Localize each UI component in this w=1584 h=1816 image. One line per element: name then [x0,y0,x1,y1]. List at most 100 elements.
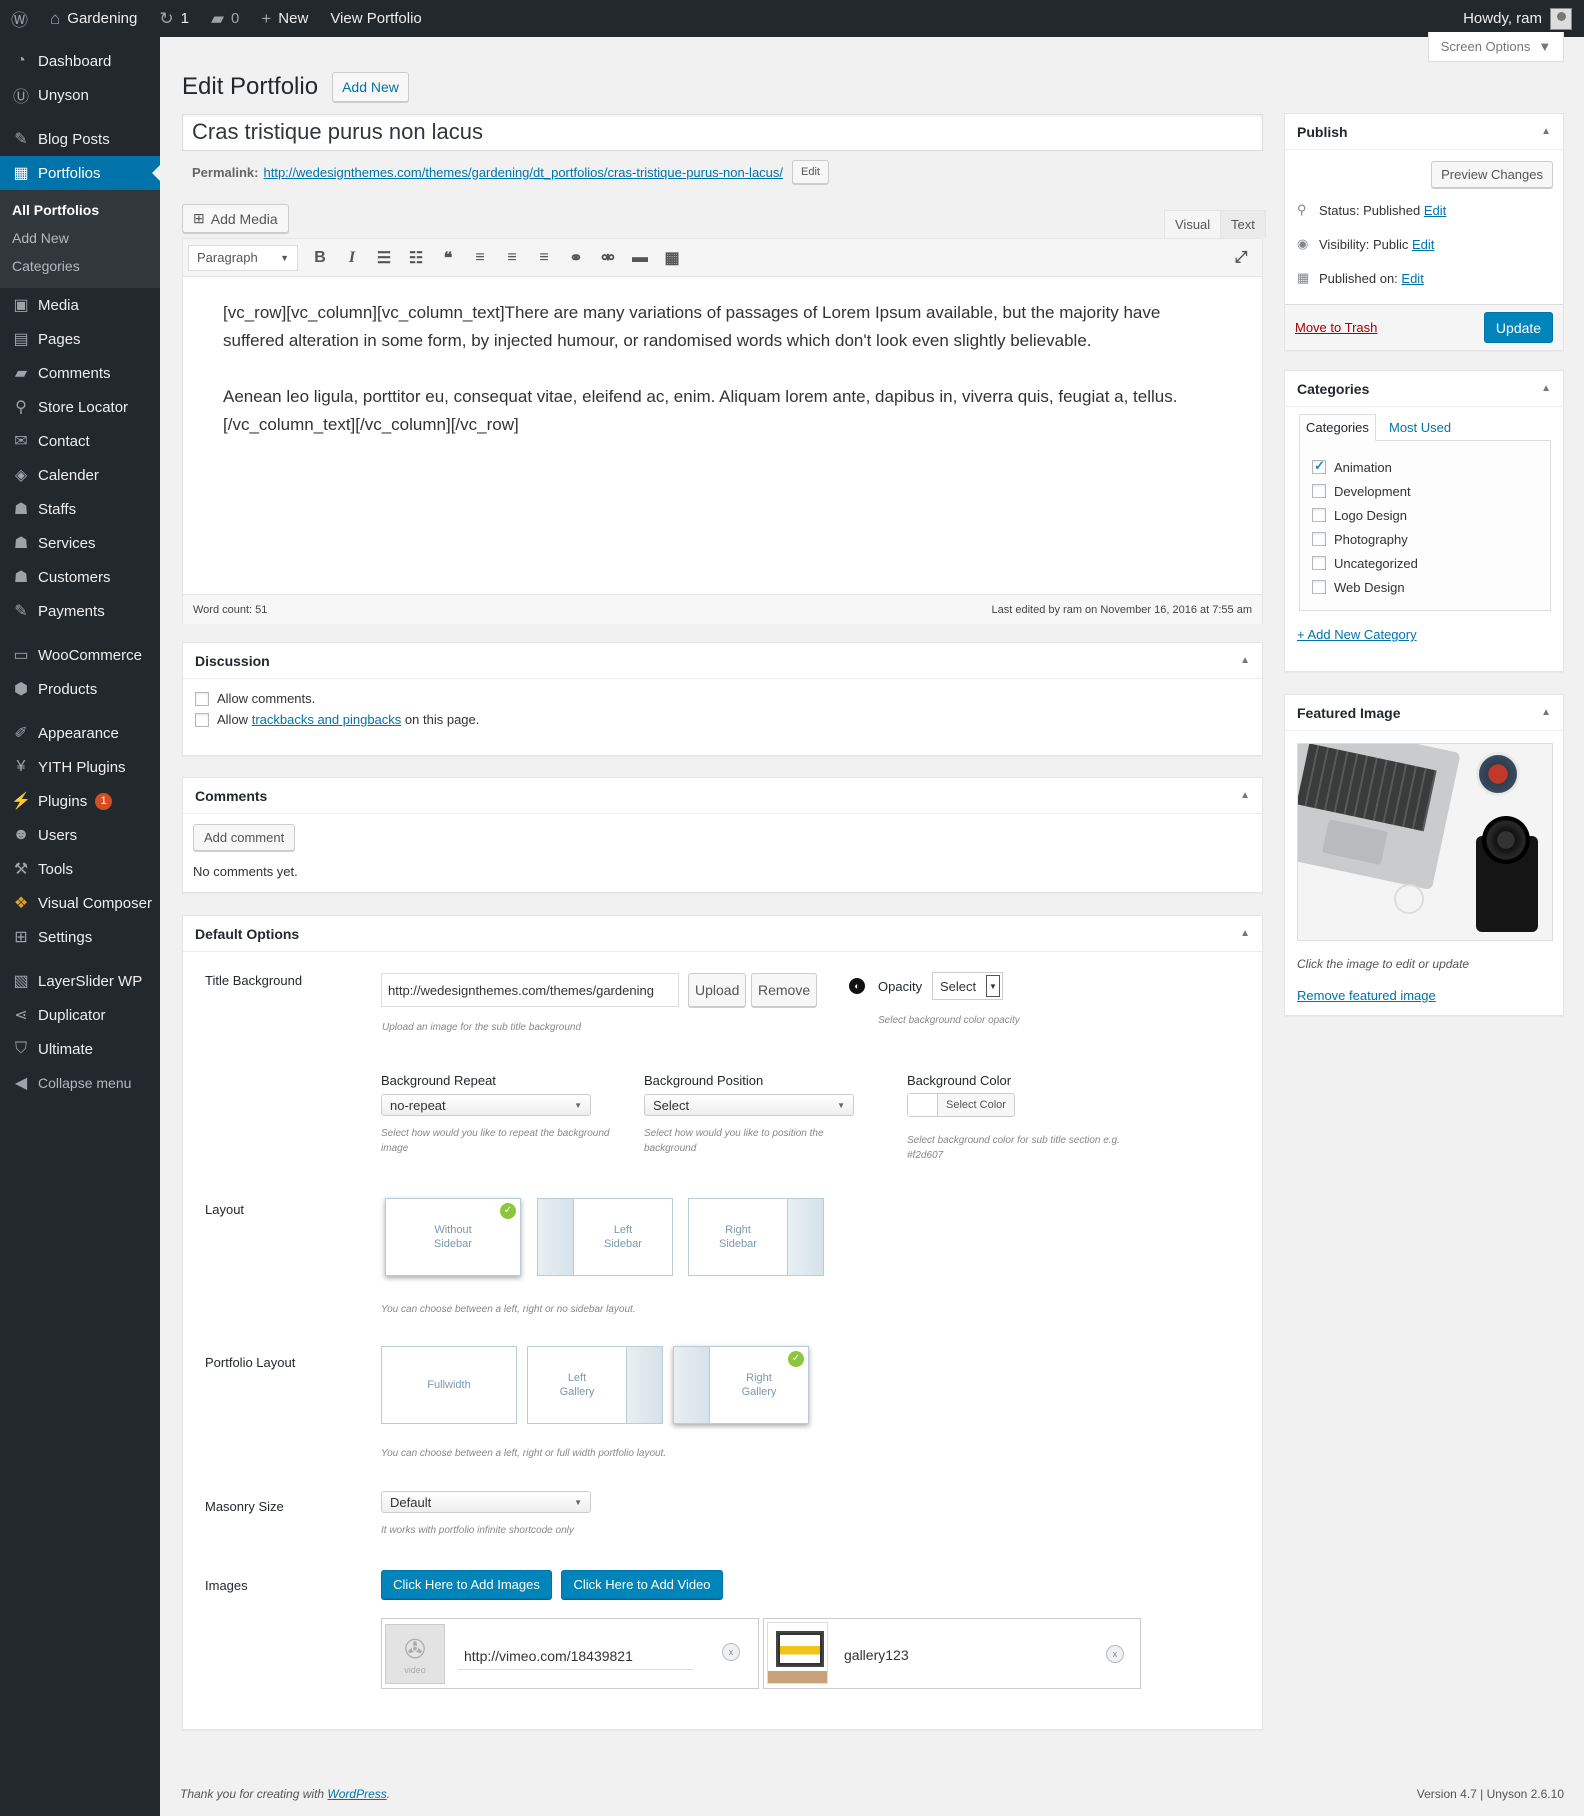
category-checkbox-uncategorized[interactable] [1312,556,1326,570]
update-button[interactable]: Update [1484,312,1553,343]
opacity-select[interactable]: Select ▼ [932,972,1003,1000]
sidebar-item-blog-posts[interactable]: ✎ Blog Posts [0,122,160,156]
link-icon[interactable]: ⚭ [560,243,592,273]
featured-image[interactable] [1297,743,1553,941]
sidebar-item-woocommerce[interactable]: ▭ WooCommerce [0,638,160,672]
sidebar-item-media[interactable]: ▣ Media [0,288,160,322]
move-to-trash-link[interactable]: Move to Trash [1295,320,1377,335]
upload-button[interactable]: Upload [688,973,747,1007]
sidebar-item-settings[interactable]: ⊞ Settings [0,920,160,954]
sidebar-item-products[interactable]: ⬢ Products [0,672,160,706]
remove-video-icon[interactable]: x [722,1643,740,1661]
allow-comments-checkbox[interactable] [195,691,209,706]
background-color-picker[interactable]: Select Color [907,1093,1015,1117]
title-background-url-input[interactable]: http://wedesignthemes.com/themes/gardeni… [381,973,679,1007]
category-checkbox-photography[interactable] [1312,532,1326,546]
comments-header[interactable]: Comments ▲ [183,778,1262,814]
edit-visibility-link[interactable]: Edit [1412,237,1434,252]
sidebar-item-unyson[interactable]: Ⓤ Unyson [0,78,160,112]
portfolio-layout-fullwidth[interactable]: Fullwidth [381,1346,517,1424]
tab-most-used[interactable]: Most Used [1383,414,1457,441]
sidebar-item-services[interactable]: ☗ Services [0,526,160,560]
edit-status-link[interactable]: Edit [1424,203,1446,218]
tab-categories-all[interactable]: Categories [1299,414,1376,441]
submenu-add-new[interactable]: Add New [0,224,160,252]
sidebar-item-users[interactable]: ☻ Users [0,818,160,852]
post-title-input[interactable]: Cras tristique purus non lacus [182,114,1263,151]
bold-icon[interactable]: B [304,243,336,273]
updates-link[interactable]: ↻ 1 [148,0,200,37]
add-comment-button[interactable]: Add comment [193,824,296,851]
featured-image-header[interactable]: Featured Image ▲ [1285,695,1563,731]
remove-featured-image-link[interactable]: Remove featured image [1297,988,1436,1003]
sidebar-item-dashboard[interactable]: ◔ Dashboard [0,44,160,78]
category-checkbox-development[interactable] [1312,484,1326,498]
collapse-menu-button[interactable]: ◀ Collapse menu [0,1066,160,1100]
editor-content[interactable]: [vc_row][vc_column][vc_column_text]There… [183,277,1262,594]
add-video-button[interactable]: Click Here to Add Video [561,1570,723,1599]
sidebar-item-payments[interactable]: ✎ Payments [0,594,160,628]
screen-options-button[interactable]: Screen Options ▼ [1428,32,1564,62]
category-checkbox-animation[interactable] [1312,458,1326,474]
italic-icon[interactable]: I [336,243,368,273]
add-media-button[interactable]: ⊞ Add Media [182,204,289,233]
sidebar-item-store-locator[interactable]: ⚲ Store Locator [0,390,160,424]
align-right-icon[interactable]: ≡ [528,243,560,273]
read-more-icon[interactable]: ▬ [624,243,656,273]
add-new-category-link[interactable]: + Add New Category [1297,627,1417,642]
site-name-link[interactable]: ⌂ Gardening [39,0,148,37]
edit-permalink-button[interactable]: Edit [792,160,829,184]
categories-header[interactable]: Categories ▲ [1285,371,1563,407]
remove-gallery-icon[interactable]: x [1106,1645,1124,1663]
numbered-list-icon[interactable]: ☷ [400,243,432,273]
layout-without-sidebar[interactable]: Without Sidebar ✓ [385,1198,521,1276]
toolbar-toggle-icon[interactable]: ▦ [656,243,688,273]
align-center-icon[interactable]: ≡ [496,243,528,273]
submenu-categories[interactable]: Categories [0,252,160,280]
allow-pings-checkbox[interactable] [195,712,209,727]
bullet-list-icon[interactable]: ☰ [368,243,400,273]
sidebar-item-calender[interactable]: ◈ Calender [0,458,160,492]
preview-changes-button[interactable]: Preview Changes [1431,161,1553,188]
layout-left-sidebar[interactable]: Left Sidebar [537,1198,673,1276]
add-new-button[interactable]: Add New [332,72,409,102]
layout-right-sidebar[interactable]: Right Sidebar [688,1198,824,1276]
sidebar-item-contact[interactable]: ✉ Contact [0,424,160,458]
fullscreen-icon[interactable]: ⤢ [1225,243,1257,273]
sidebar-item-portfolios[interactable]: ▦ Portfolios [0,156,160,190]
tab-visual[interactable]: Visual [1164,210,1222,238]
add-images-button[interactable]: Click Here to Add Images [381,1570,552,1599]
permalink-url[interactable]: http://wedesignthemes.com/themes/gardeni… [263,165,783,180]
align-left-icon[interactable]: ≡ [464,243,496,273]
wordpress-link[interactable]: WordPress [327,1787,386,1801]
portfolio-layout-left-gallery[interactable]: Left Gallery [527,1346,663,1424]
sidebar-item-staffs[interactable]: ☗ Staffs [0,492,160,526]
sidebar-item-plugins[interactable]: ⚡ Plugins 1 [0,784,160,818]
publish-header[interactable]: Publish ▲ [1285,114,1563,150]
sidebar-item-comments[interactable]: ▰ Comments [0,356,160,390]
background-repeat-select[interactable]: no-repeat ▼ [381,1094,591,1116]
format-select[interactable]: Paragraph ▼ [188,244,298,271]
remove-button[interactable]: Remove [751,973,818,1007]
sidebar-item-visual-composer[interactable]: ❖ Visual Composer [0,886,160,920]
sidebar-item-yith-plugins[interactable]: ¥ YITH Plugins [0,750,160,784]
view-portfolio-link[interactable]: View Portfolio [319,0,432,37]
blockquote-icon[interactable]: ❝ [432,243,464,273]
wordpress-logo[interactable]: Ⓦ [0,0,39,37]
category-checkbox-logo-design[interactable] [1312,508,1326,522]
video-url-input[interactable]: http://vimeo.com/18439821 [458,1642,693,1670]
edit-date-link[interactable]: Edit [1401,271,1423,286]
unlink-icon[interactable]: ⚮ [592,243,624,273]
sidebar-item-layerslider[interactable]: ▧ LayerSlider WP [0,964,160,998]
sidebar-item-pages[interactable]: ▤ Pages [0,322,160,356]
tab-text[interactable]: Text [1220,210,1266,238]
sidebar-item-duplicator[interactable]: ⋖ Duplicator [0,998,160,1032]
portfolio-layout-right-gallery[interactable]: Right Gallery ✓ [673,1346,809,1424]
comments-link[interactable]: ▰ 0 [200,0,250,37]
category-checkbox-web-design[interactable] [1312,580,1326,594]
sidebar-item-tools[interactable]: ⚒ Tools [0,852,160,886]
submenu-all-portfolios[interactable]: All Portfolios [0,196,160,224]
masonry-size-select[interactable]: Default ▼ [381,1491,591,1513]
new-content-link[interactable]: + New [250,0,319,37]
default-options-header[interactable]: Default Options ▲ [183,916,1262,952]
